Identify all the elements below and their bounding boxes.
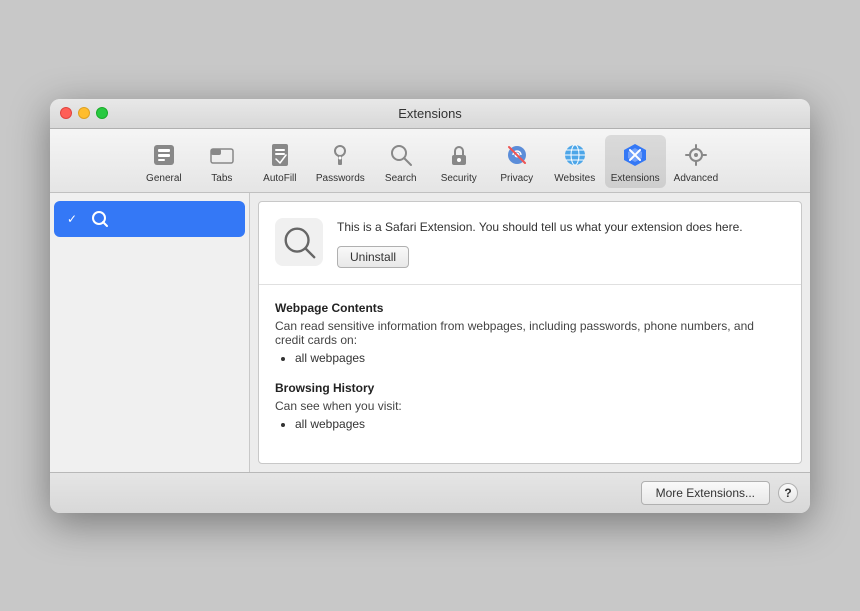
extension-description: This is a Safari Extension. You should t… <box>337 218 785 236</box>
sidebar-item-search-ext[interactable]: ✓ <box>54 201 245 237</box>
toolbar-item-autofill[interactable]: AutoFill <box>252 135 308 188</box>
autofill-label: AutoFill <box>263 173 296 184</box>
maximize-button[interactable] <box>96 107 108 119</box>
toolbar-item-advanced[interactable]: Advanced <box>668 135 724 188</box>
help-button[interactable]: ? <box>778 483 798 503</box>
permissions-section: Webpage Contents Can read sensitive info… <box>259 285 801 463</box>
search-label: Search <box>385 173 417 184</box>
enabled-checkmark[interactable]: ✓ <box>64 211 80 227</box>
traffic-lights <box>60 107 108 119</box>
extensions-label: Extensions <box>611 173 660 184</box>
general-icon <box>148 139 180 171</box>
webpage-contents-desc: Can read sensitive information from webp… <box>275 319 785 347</box>
webpage-contents-item-1: all webpages <box>295 351 785 365</box>
sidebar-ext-icon <box>88 207 112 231</box>
titlebar: Extensions <box>50 99 810 129</box>
privacy-icon <box>501 139 533 171</box>
minimize-button[interactable] <box>78 107 90 119</box>
detail-panel: This is a Safari Extension. You should t… <box>258 201 802 464</box>
toolbar-item-passwords[interactable]: Passwords <box>310 135 371 188</box>
security-icon <box>443 139 475 171</box>
search-toolbar-icon <box>385 139 417 171</box>
toolbar-item-general[interactable]: General <box>136 135 192 188</box>
extension-header: This is a Safari Extension. You should t… <box>259 202 801 285</box>
tabs-icon <box>206 139 238 171</box>
toolbar-item-security[interactable]: Security <box>431 135 487 188</box>
uninstall-button[interactable]: Uninstall <box>337 246 409 268</box>
advanced-label: Advanced <box>674 173 718 184</box>
autofill-icon <box>264 139 296 171</box>
extensions-icon <box>619 139 651 171</box>
footer: More Extensions... ? <box>50 472 810 513</box>
browsing-history-title: Browsing History <box>275 381 785 395</box>
extension-info: This is a Safari Extension. You should t… <box>337 218 785 268</box>
browsing-history-item-1: all webpages <box>295 417 785 431</box>
toolbar-item-privacy[interactable]: Privacy <box>489 135 545 188</box>
general-label: General <box>146 173 182 184</box>
browsing-history-list: all webpages <box>295 417 785 431</box>
toolbar: General Tabs AutoFill <box>50 129 810 193</box>
toolbar-item-websites[interactable]: Websites <box>547 135 603 188</box>
more-extensions-button[interactable]: More Extensions... <box>641 481 770 505</box>
browsing-history-desc: Can see when you visit: <box>275 399 785 413</box>
extension-big-icon <box>275 218 323 266</box>
permission-group-browsing-history: Browsing History Can see when you visit:… <box>275 381 785 431</box>
websites-icon <box>559 139 591 171</box>
passwords-label: Passwords <box>316 173 365 184</box>
sidebar: ✓ <box>50 193 250 472</box>
close-button[interactable] <box>60 107 72 119</box>
privacy-label: Privacy <box>500 173 533 184</box>
toolbar-item-search[interactable]: Search <box>373 135 429 188</box>
passwords-icon <box>324 139 356 171</box>
advanced-icon <box>680 139 712 171</box>
toolbar-item-extensions[interactable]: Extensions <box>605 135 666 188</box>
window-title: Extensions <box>398 106 462 121</box>
websites-label: Websites <box>554 173 595 184</box>
webpage-contents-title: Webpage Contents <box>275 301 785 315</box>
main-content: ✓ <box>50 193 810 472</box>
permission-group-webpage-contents: Webpage Contents Can read sensitive info… <box>275 301 785 365</box>
tabs-label: Tabs <box>211 173 232 184</box>
toolbar-item-tabs[interactable]: Tabs <box>194 135 250 188</box>
webpage-contents-list: all webpages <box>295 351 785 365</box>
security-label: Security <box>441 173 477 184</box>
